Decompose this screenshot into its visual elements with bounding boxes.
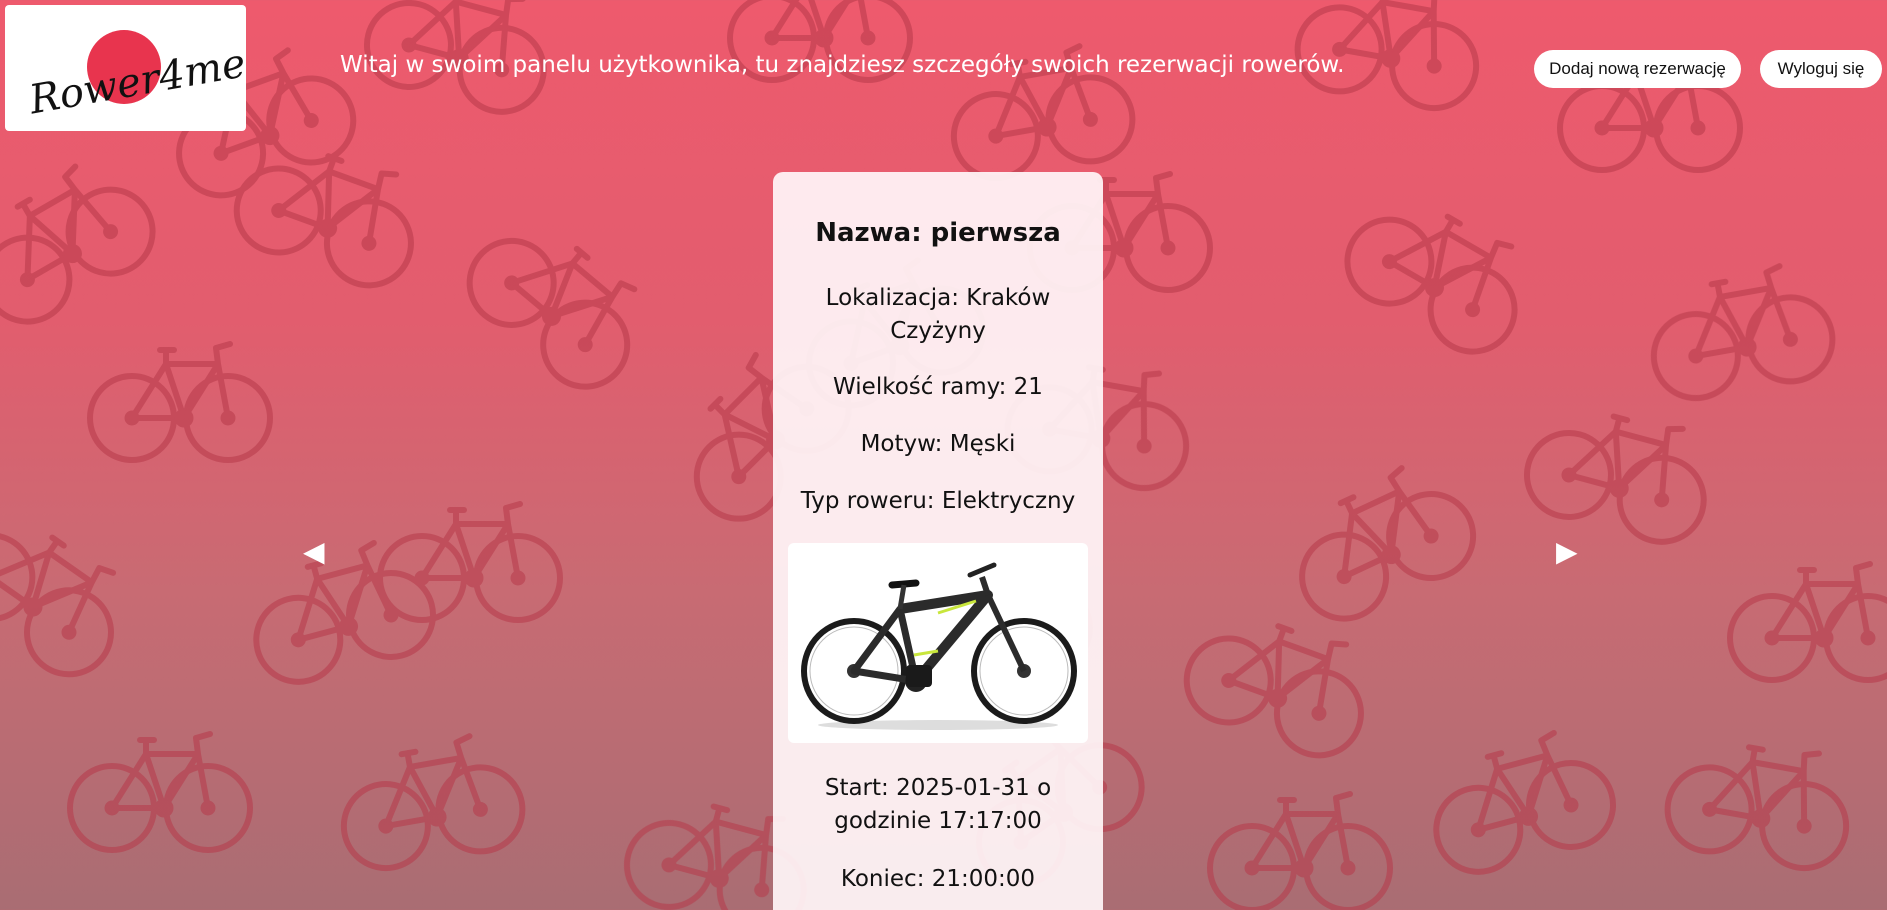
electric-bike-image (788, 543, 1088, 743)
reservation-start: Start: 2025-01-31 o godzinie 17:17:00 (824, 775, 1052, 834)
logo-graphic: Rower4me (25, 30, 246, 124)
rower4me-logo[interactable]: Rower4me (5, 5, 246, 131)
logout-button[interactable]: Wyloguj się (1760, 50, 1882, 88)
bike-illustration (801, 562, 1077, 730)
welcome-message: Witaj w swoim panelu użytkownika, tu zna… (340, 52, 1345, 78)
next-reservation-icon[interactable]: ▶ (1556, 538, 1578, 566)
reservation-name: Nazwa: pierwsza (815, 218, 1061, 248)
reservation-bike-type: Typ roweru: Elektryczny (800, 488, 1076, 514)
reservation-end: Koniec: 21:00:00 (840, 866, 1036, 892)
reservation-frame-size: Wielkość ramy: 21 (833, 374, 1043, 400)
add-reservation-button[interactable]: Dodaj nową rezerwację (1534, 50, 1741, 88)
reservation-location: Lokalizacja: Kraków Czyżyny (825, 285, 1051, 344)
previous-reservation-icon[interactable]: ◀ (303, 538, 325, 566)
reservation-card: Nazwa: pierwsza Lokalizacja: Kraków Czyż… (773, 172, 1103, 910)
reservation-motif: Motyw: Męski (860, 431, 1016, 457)
